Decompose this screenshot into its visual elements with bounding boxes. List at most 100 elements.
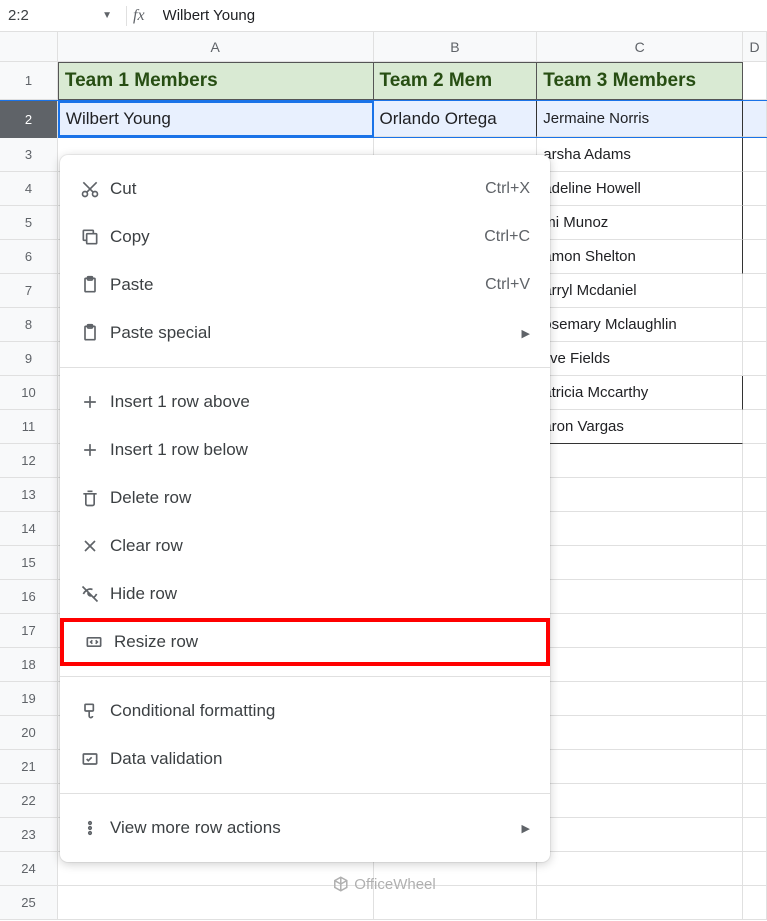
row-header[interactable]: 12: [0, 444, 58, 478]
name-box[interactable]: 2:2 ▼: [0, 7, 120, 24]
menu-clear-row[interactable]: Clear row: [60, 522, 550, 570]
cell[interactable]: [743, 478, 767, 512]
menu-conditional-formatting[interactable]: Conditional formatting: [60, 687, 550, 735]
menu-insert-below[interactable]: Insert 1 row below: [60, 426, 550, 474]
row-header[interactable]: 10: [0, 376, 58, 410]
row-header[interactable]: 18: [0, 648, 58, 682]
row-header[interactable]: 21: [0, 750, 58, 784]
cell[interactable]: [537, 546, 743, 580]
col-header-a[interactable]: A: [58, 32, 374, 62]
menu-view-more[interactable]: View more row actions ▶: [60, 804, 550, 852]
name-box-dropdown-icon[interactable]: ▼: [102, 10, 112, 21]
row-header[interactable]: 7: [0, 274, 58, 308]
cell[interactable]: live Fields: [537, 342, 743, 376]
cell[interactable]: osemary Mclaughlin: [537, 308, 743, 342]
cell[interactable]: [743, 376, 767, 410]
row-header[interactable]: 17: [0, 614, 58, 648]
menu-copy[interactable]: Copy Ctrl+C: [60, 213, 550, 261]
cell[interactable]: [743, 784, 767, 818]
cell[interactable]: [743, 410, 767, 444]
row-header[interactable]: 25: [0, 886, 58, 920]
cell[interactable]: [743, 886, 767, 920]
cell[interactable]: [537, 784, 743, 818]
cell[interactable]: [743, 308, 767, 342]
menu-delete-row[interactable]: Delete row: [60, 474, 550, 522]
cell[interactable]: Jermaine Norris: [537, 101, 743, 137]
row-header[interactable]: 3: [0, 138, 58, 172]
menu-paste-special[interactable]: Paste special ▶: [60, 309, 550, 357]
row-header[interactable]: 4: [0, 172, 58, 206]
cell[interactable]: [743, 580, 767, 614]
cell[interactable]: [743, 62, 767, 100]
row-header[interactable]: 24: [0, 852, 58, 886]
cell[interactable]: [743, 172, 767, 206]
row-header[interactable]: 6: [0, 240, 58, 274]
cell[interactable]: arsha Adams: [537, 138, 743, 172]
cell[interactable]: amon Shelton: [537, 240, 743, 274]
row-header[interactable]: 19: [0, 682, 58, 716]
cell[interactable]: [743, 101, 767, 137]
cell[interactable]: [743, 614, 767, 648]
cell[interactable]: [743, 750, 767, 784]
cell[interactable]: [743, 342, 767, 376]
cell[interactable]: [537, 818, 743, 852]
menu-cut[interactable]: Cut Ctrl+X: [60, 165, 550, 213]
cell[interactable]: arryl Mcdaniel: [537, 274, 743, 308]
cell[interactable]: [537, 716, 743, 750]
cell[interactable]: [537, 682, 743, 716]
menu-resize-row[interactable]: Resize row: [60, 618, 550, 666]
cell[interactable]: atricia Mccarthy: [537, 376, 743, 410]
cell[interactable]: [743, 274, 767, 308]
row-header[interactable]: 11: [0, 410, 58, 444]
col-header-b[interactable]: B: [374, 32, 538, 62]
cell[interactable]: aron Vargas: [537, 410, 743, 444]
cell[interactable]: [743, 648, 767, 682]
row-header[interactable]: 13: [0, 478, 58, 512]
cell[interactable]: [743, 512, 767, 546]
cell[interactable]: [537, 580, 743, 614]
cell[interactable]: [537, 648, 743, 682]
row-header[interactable]: 22: [0, 784, 58, 818]
cell[interactable]: [743, 240, 767, 274]
row-header[interactable]: 9: [0, 342, 58, 376]
cell[interactable]: [743, 206, 767, 240]
row-header[interactable]: 15: [0, 546, 58, 580]
cell[interactable]: [537, 886, 743, 920]
cell[interactable]: [743, 682, 767, 716]
cell[interactable]: Team 1 Members: [58, 62, 374, 100]
col-header-d[interactable]: D: [743, 32, 767, 62]
cell[interactable]: [58, 886, 374, 920]
menu-insert-above[interactable]: Insert 1 row above: [60, 378, 550, 426]
cell[interactable]: [537, 852, 743, 886]
menu-paste[interactable]: Paste Ctrl+V: [60, 261, 550, 309]
cell[interactable]: Team 3 Members: [537, 62, 743, 100]
select-all-corner[interactable]: [0, 32, 58, 62]
cell[interactable]: [537, 478, 743, 512]
row-header[interactable]: 1: [0, 62, 58, 100]
row-header[interactable]: 14: [0, 512, 58, 546]
row-header[interactable]: 23: [0, 818, 58, 852]
cell[interactable]: Team 2 Mem: [374, 62, 538, 100]
cell[interactable]: [743, 716, 767, 750]
row-header[interactable]: 20: [0, 716, 58, 750]
cell[interactable]: [743, 818, 767, 852]
cell[interactable]: [743, 138, 767, 172]
menu-hide-row[interactable]: Hide row: [60, 570, 550, 618]
cell[interactable]: [743, 546, 767, 580]
formula-input[interactable]: [159, 3, 767, 28]
cell[interactable]: [743, 852, 767, 886]
col-header-c[interactable]: C: [537, 32, 743, 62]
menu-data-validation[interactable]: Data validation: [60, 735, 550, 783]
cell[interactable]: [537, 444, 743, 478]
row-header[interactable]: 16: [0, 580, 58, 614]
cell[interactable]: adeline Howell: [537, 172, 743, 206]
cell-active[interactable]: Wilbert Young: [58, 101, 374, 137]
row-header[interactable]: 5: [0, 206, 58, 240]
cell[interactable]: [537, 512, 743, 546]
cell[interactable]: [537, 614, 743, 648]
cell[interactable]: [537, 750, 743, 784]
row-header[interactable]: 8: [0, 308, 58, 342]
cell[interactable]: [743, 444, 767, 478]
row-header-selected[interactable]: 2: [0, 101, 58, 139]
cell[interactable]: Orlando Ortega: [374, 101, 538, 137]
